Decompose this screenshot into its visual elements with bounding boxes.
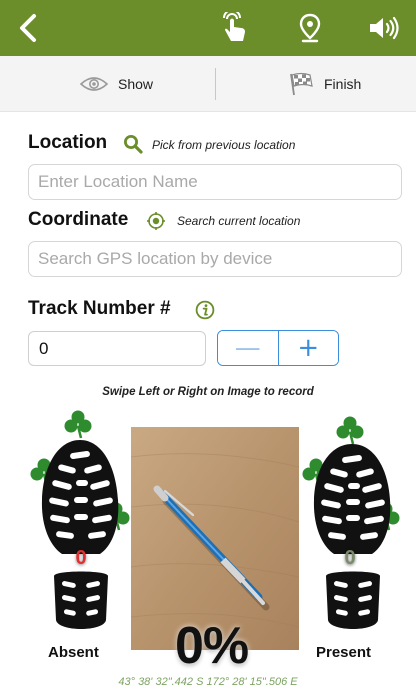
finish-button[interactable]: Finish [288, 56, 361, 112]
eye-icon [80, 77, 108, 91]
chevron-left-icon [20, 14, 36, 42]
search-icon[interactable] [123, 134, 143, 154]
decrement-button[interactable]: — [218, 331, 279, 365]
location-button[interactable] [292, 8, 328, 48]
checkered-flag-icon [290, 72, 313, 96]
percent-present-readout: 0% [175, 617, 249, 675]
present-count: 0 [344, 547, 356, 569]
present-boot-print[interactable] [300, 404, 406, 636]
location-pin-icon [299, 13, 321, 43]
speaker-icon [370, 16, 399, 40]
absent-count: 0 [75, 547, 87, 569]
present-label: Present [316, 644, 372, 661]
gps-location-input[interactable] [28, 241, 402, 277]
tap-hand-icon [223, 12, 245, 41]
increment-button[interactable]: + [278, 331, 338, 365]
search-current-location-link[interactable]: Search current location [177, 214, 300, 228]
tap-mode-button[interactable] [216, 8, 252, 48]
clover-icon [336, 416, 364, 445]
action-divider [215, 68, 216, 100]
action-bar: Show Finish [0, 56, 416, 112]
sound-toggle[interactable] [364, 8, 404, 48]
absent-boot-print[interactable] [28, 404, 134, 636]
clover-icon [64, 410, 92, 439]
absent-label: Absent [48, 644, 99, 661]
show-button[interactable]: Show [80, 56, 153, 112]
location-label: Location [28, 132, 108, 153]
track-number-label: Track Number # [28, 298, 171, 319]
location-name-input[interactable] [28, 164, 402, 200]
track-number-stepper: — + [217, 330, 339, 366]
show-label: Show [118, 76, 154, 92]
top-toolbar [0, 0, 416, 56]
coordinate-label: Coordinate [28, 209, 129, 230]
gps-coordinates: 43° 38' 32".442 S 172° 28' 15".506 E [118, 676, 298, 688]
info-icon[interactable] [195, 300, 215, 320]
pick-previous-location-link[interactable]: Pick from previous location [152, 138, 295, 152]
swipe-instruction: Swipe Left or Right on Image to record [102, 386, 314, 398]
crosshair-icon[interactable] [147, 212, 165, 230]
back-button[interactable] [10, 8, 46, 48]
track-number-input[interactable] [28, 331, 206, 366]
finish-label: Finish [324, 76, 362, 92]
